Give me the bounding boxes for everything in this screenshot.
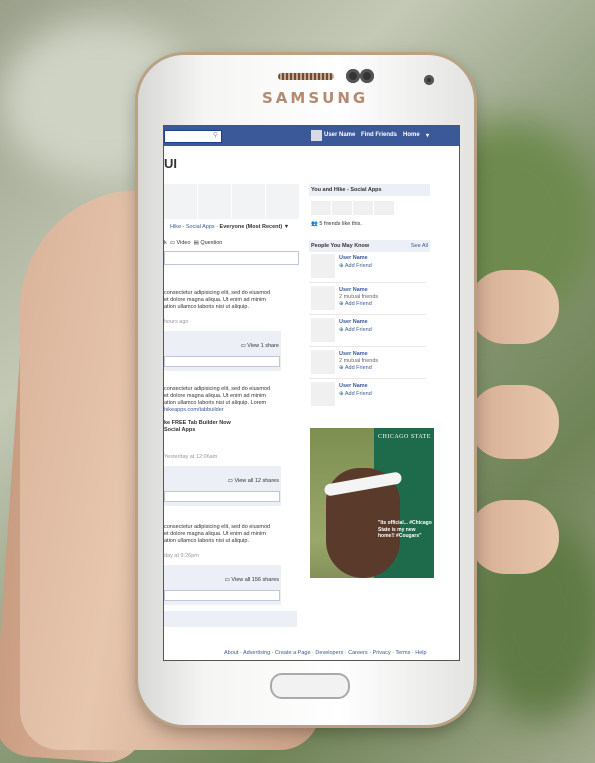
add-friend-button[interactable]: ⊕ Add Friend [339, 327, 372, 333]
post-text: consectetur adipisicing elit, sed do eiu… [164, 524, 270, 545]
sponsored-ad[interactable]: CHICAGO STATE "Its official... #Chicago … [310, 428, 434, 615]
pymk-title: People You May Know [311, 243, 370, 249]
avatar[interactable] [311, 254, 335, 278]
top-nav-bar: ⚲ User Name Find Friends Home ▾ [164, 126, 459, 146]
post-line: et dolore magna aliqua. Ut enim ad minim [164, 393, 266, 399]
feed-filter[interactable]: Hike - Social Apps · Everyone (Most Rece… [170, 224, 289, 231]
hand-finger [469, 270, 559, 344]
post-line: consectetur adipisicing elit, sed do eiu… [164, 386, 271, 392]
post-line: et dolore magna aliqua. Ut enim ad minim [164, 531, 266, 537]
home-link[interactable]: Home [403, 132, 420, 138]
post-line: consectetur adipisicing elit, sed do eiu… [164, 290, 271, 296]
ad-quote: "Its official... #Chicago State is my ne… [378, 520, 432, 539]
cover-photo-strip [164, 184, 299, 219]
person-name[interactable]: User Name [339, 319, 368, 325]
brand-logo: SAMSUNG [262, 89, 369, 107]
post-time[interactable]: hours ago [164, 319, 188, 326]
view-shares-link[interactable]: ▭ View all 156 shares [225, 577, 279, 584]
find-friends-link[interactable]: Find Friends [361, 132, 397, 138]
composer-tab-question[interactable]: Question [200, 240, 222, 246]
post-text: consectetur adipisicing elit, sed do eiu… [164, 290, 270, 311]
post-time[interactable]: Yesterday at 12:06am [164, 454, 217, 461]
comment-input[interactable] [164, 356, 280, 367]
ad-shirt [310, 578, 434, 615]
post-text: consectetur adipisicing elit, sed do eiu… [164, 386, 270, 414]
post-url-link[interactable]: hikeapps.com/tabbuilder [164, 407, 270, 414]
hand-finger [469, 500, 559, 574]
phone-screen: ⚲ User Name Find Friends Home ▾ UI Hike … [163, 125, 460, 661]
mutual-friends[interactable]: 2 mutual friends [339, 294, 378, 300]
see-all-link[interactable]: See All [411, 243, 428, 249]
mutual-friends[interactable]: 2 mutual friends [339, 358, 378, 364]
person-name[interactable]: User Name [339, 351, 368, 357]
avatar[interactable] [311, 286, 335, 310]
ad-brand: CHICAGO STATE [378, 434, 431, 440]
avatar[interactable] [311, 382, 335, 406]
list-item: User Name ⊕ Add Friend [309, 380, 426, 410]
likes-link[interactable]: 👥 5 friends like this. [311, 221, 362, 228]
comment-input[interactable] [164, 590, 280, 601]
post-share-box: ▭ View all 156 shares [164, 565, 281, 605]
post-line: ation ullamco laboris nisi ut aliquip. [164, 538, 249, 544]
post-line: ation ullamco laboris nisi ut aliquip. [164, 304, 249, 310]
list-item: User Name ⊕ Add Friend [309, 316, 426, 347]
home-button[interactable] [270, 673, 350, 699]
person-name[interactable]: User Name [339, 383, 368, 389]
page-box-title[interactable]: You and Hike - Social Apps [309, 184, 430, 196]
post-line: consectetur adipisicing elit, sed do eiu… [164, 524, 271, 530]
hand-finger [469, 385, 559, 459]
list-item: User Name ⊕ Add Friend [309, 252, 426, 283]
add-friend-button[interactable]: ⊕ Add Friend [339, 263, 372, 269]
add-friend-button[interactable]: ⊕ Add Friend [339, 365, 372, 371]
attachment-source[interactable]: Social Apps [164, 427, 231, 434]
sensor-icon [360, 69, 374, 83]
person-name[interactable]: User Name [339, 255, 368, 261]
person-name[interactable]: User Name [339, 287, 368, 293]
list-item: User Name 2 mutual friends ⊕ Add Friend [309, 348, 426, 379]
composer-actions: k ▭ Video ▤ Question [164, 240, 222, 247]
post-share-box: ▭ View all 12 shares [164, 466, 281, 506]
front-camera-icon [346, 69, 360, 83]
list-item: User Name 2 mutual friends ⊕ Add Friend [309, 284, 426, 315]
filter-dropdown[interactable]: Everyone (Most Recent) ▼ [220, 224, 290, 230]
account-menu-chevron-icon[interactable]: ▾ [426, 132, 429, 139]
profile-link[interactable]: User Name [324, 132, 355, 138]
status-input[interactable] [164, 251, 299, 265]
friend-thumbs [311, 201, 394, 215]
attachment-title[interactable]: ke FREE Tab Builder Now [164, 420, 231, 427]
front-camera-icon [424, 75, 434, 85]
composer-tab-link[interactable]: k [164, 240, 167, 246]
comment-input[interactable] [164, 491, 280, 502]
composer-tab-video[interactable]: Video [177, 240, 191, 246]
search-icon[interactable]: ⚲ [213, 131, 218, 139]
avatar[interactable] [311, 350, 335, 374]
pymk-header: People You May Know See All [309, 240, 430, 252]
video-icon[interactable]: ▭ [170, 240, 175, 246]
post-line: et dolore magna aliqua. Ut enim ad minim [164, 297, 266, 303]
avatar[interactable] [311, 130, 322, 141]
more-posts-bar[interactable] [164, 611, 297, 627]
post-line: ation ullamco laboris nisi ut aliquip. L… [164, 400, 267, 406]
add-friend-button[interactable]: ⊕ Add Friend [339, 391, 372, 397]
add-friend-button[interactable]: ⊕ Add Friend [339, 301, 372, 307]
post-time[interactable]: day at 9:26pm [164, 553, 199, 560]
view-shares-link[interactable]: ▭ View 1 share [241, 343, 279, 350]
question-icon[interactable]: ▤ [194, 240, 199, 246]
view-shares-link[interactable]: ▭ View all 12 shares [228, 478, 279, 485]
footer-links[interactable]: About · Advertising · Create a Page · De… [224, 650, 427, 656]
earpiece-speaker [278, 73, 334, 80]
avatar[interactable] [311, 318, 335, 342]
filter-page-link[interactable]: Hike - Social Apps [170, 224, 215, 230]
search-input[interactable]: ⚲ [164, 130, 222, 143]
post-share-box: ▭ View 1 share [164, 331, 281, 371]
post-attachment-link[interactable]: ke FREE Tab Builder Now Social Apps [164, 420, 231, 434]
page-title: UI [164, 156, 177, 171]
photo-scene: SAMSUNG ⚲ User Name Find Friends Home ▾ … [0, 0, 595, 763]
